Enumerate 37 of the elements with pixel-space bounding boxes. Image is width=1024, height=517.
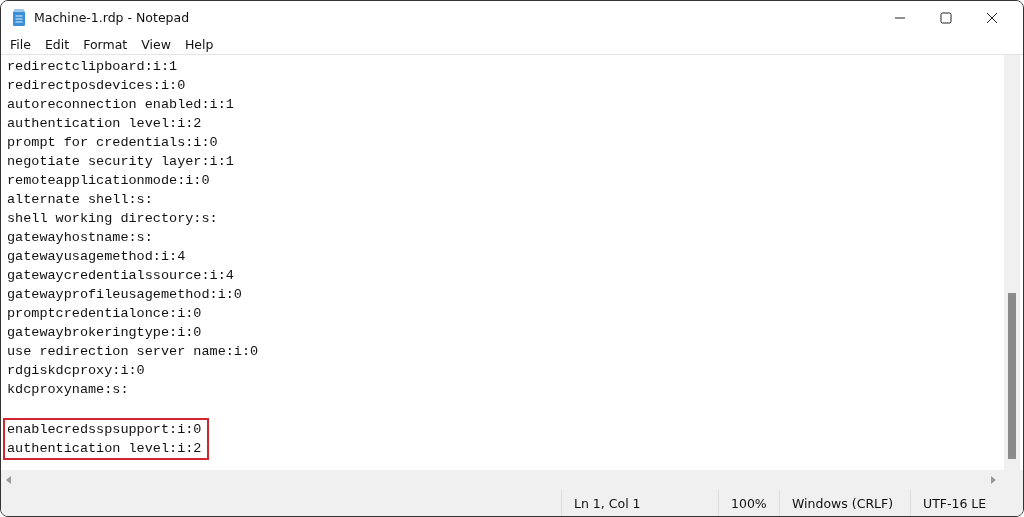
text-line: remoteapplicationmode:i:0 (7, 172, 210, 190)
menu-item[interactable]: Help (184, 36, 214, 52)
text-line: redirectposdevices:i:0 (7, 77, 186, 95)
text-line: autoreconnection enabled:i:1 (7, 96, 234, 114)
status-item: 100% (718, 490, 779, 516)
menu-item[interactable]: Format (83, 36, 128, 52)
menu-item[interactable]: View (141, 36, 171, 52)
text-line: enablecredsspsupport:i:0 (7, 421, 202, 439)
menu-item[interactable]: Edit (44, 36, 70, 52)
text-line: alternate shell:s: (7, 191, 153, 209)
menu-item[interactable]: File (10, 36, 31, 52)
status-item: Windows (CRLF) (779, 490, 910, 516)
status-item: UTF-16 LE (910, 490, 1023, 516)
text-line: promptcredentialonce:i:0 (7, 305, 202, 323)
text-line: negotiate security layer:i:1 (7, 153, 234, 171)
text-line: gatewayhostname:s: (7, 229, 153, 247)
status-item: Ln 1, Col 1 (561, 490, 718, 516)
text-line: prompt for credentials:i:0 (7, 134, 218, 152)
text-line: shell working directory:s: (7, 210, 218, 228)
text-line: gatewayprofileusagemethod:i:0 (7, 286, 242, 304)
window-title: Machine-1.rdp - Notepad (34, 10, 190, 25)
text-line: rdgiskdcproxy:i:0 (7, 362, 145, 380)
scroll-thumb[interactable] (1008, 293, 1016, 459)
text-line: authentication level:i:2 (7, 440, 202, 458)
text-line: kdcproxyname:s: (7, 381, 129, 399)
scroll-left-icon[interactable] (6, 476, 12, 484)
text-line: use redirection server name:i:0 (7, 343, 259, 361)
text-line: redirectclipboard:i:1 (7, 58, 178, 76)
scroll-right-icon[interactable] (990, 476, 996, 484)
text-line: gatewaycredentialssource:i:4 (7, 267, 234, 285)
vertical-scrollbar[interactable] (1004, 55, 1020, 470)
close-icon (986, 11, 998, 24)
text-line: gatewaybrokeringtype:i:0 (7, 324, 202, 342)
maximize-icon (940, 11, 952, 24)
notepad-icon (12, 8, 26, 27)
text-line: authentication level:i:2 (7, 115, 202, 133)
text-line: gatewayusagemethod:i:4 (7, 248, 186, 266)
